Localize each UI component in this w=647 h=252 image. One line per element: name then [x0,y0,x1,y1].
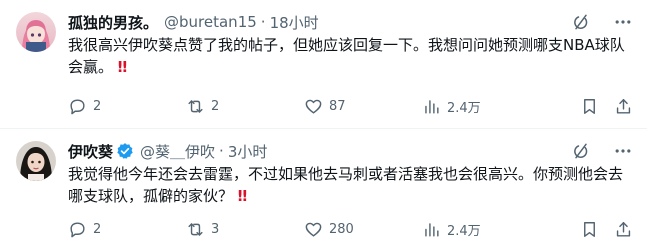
reply-button[interactable]: 2 [68,94,186,118]
double-exclamation-emoji: ‼ [117,58,128,76]
reply-count: 2 [93,221,102,237]
double-exclamation-emoji: ‼ [237,187,248,205]
grok-icon[interactable] [571,141,591,161]
tweet-body: 我很高兴伊吹葵点赞了我的帖子，但她应该回复一下。我想问问她预测哪支NBA球队会赢… [68,36,625,76]
view-count: 2.4万 [447,100,481,116]
bookmark-icon[interactable] [579,219,599,239]
handle[interactable]: @葵＿伊吹 [140,141,215,162]
like-button[interactable]: 87 [304,94,422,118]
like-button[interactable]: 280 [304,217,422,241]
separator-dot: · [219,142,224,160]
bookmark-icon[interactable] [579,96,599,116]
more-icon[interactable] [613,141,633,161]
separator-dot: · [260,13,266,31]
like-count: 87 [329,98,346,114]
retweet-count: 3 [211,221,220,237]
share-icon[interactable] [613,219,633,239]
timestamp[interactable]: 3小时 [228,141,268,162]
views-button[interactable]: 2.4万 [422,217,572,241]
reply-count: 2 [93,98,102,114]
retweet-icon [188,222,203,236]
avatar[interactable] [16,141,56,181]
grok-icon[interactable] [571,12,591,32]
view-count: 2.4万 [447,223,481,239]
retweet-count: 2 [211,98,220,114]
tweet[interactable]: 孤独的男孩。 @buretan15 · 18小时 我很高兴伊吹葵点赞了我的帖子，… [0,0,647,129]
action-bar: 2 2 87 2.4万 [68,94,633,118]
avatar[interactable] [16,12,56,52]
tweet-text: 我很高兴伊吹葵点赞了我的帖子，但她应该回复一下。我想问问她预测哪支NBA球队会赢… [68,34,628,78]
more-icon[interactable] [613,12,633,32]
views-icon [425,222,439,237]
like-icon [305,222,322,237]
action-bar: 2 3 280 2.4万 [68,217,633,241]
tweet-body: 我觉得他今年还会去雷霆，不过如果他去马刺或者活塞我也会很高兴。你预测他会去哪支球… [68,165,624,205]
reply-icon [70,221,85,237]
display-name[interactable]: 孤独的男孩。 [68,12,158,33]
reply-button[interactable]: 2 [68,217,186,241]
timestamp[interactable]: 18小时 [270,12,319,33]
share-icon[interactable] [613,96,633,116]
retweet-icon [188,99,203,113]
handle[interactable]: @buretan15 [164,13,257,31]
tweet-text: 我觉得他今年还会去雷霆，不过如果他去马刺或者活塞我也会很高兴。你预测他会去哪支球… [68,163,628,207]
tweet[interactable]: 伊吹葵 @葵＿伊吹 · 3小时 我觉得他今年还会去雷霆，不过如果他去马刺或者活塞… [0,129,647,252]
verified-badge-icon [116,142,134,160]
views-icon [425,99,439,114]
like-count: 280 [329,221,354,237]
display-name[interactable]: 伊吹葵 [68,141,113,162]
reply-icon [70,98,85,114]
retweet-button[interactable]: 3 [186,217,304,241]
views-button[interactable]: 2.4万 [422,94,572,118]
retweet-button[interactable]: 2 [186,94,304,118]
like-icon [305,99,322,114]
